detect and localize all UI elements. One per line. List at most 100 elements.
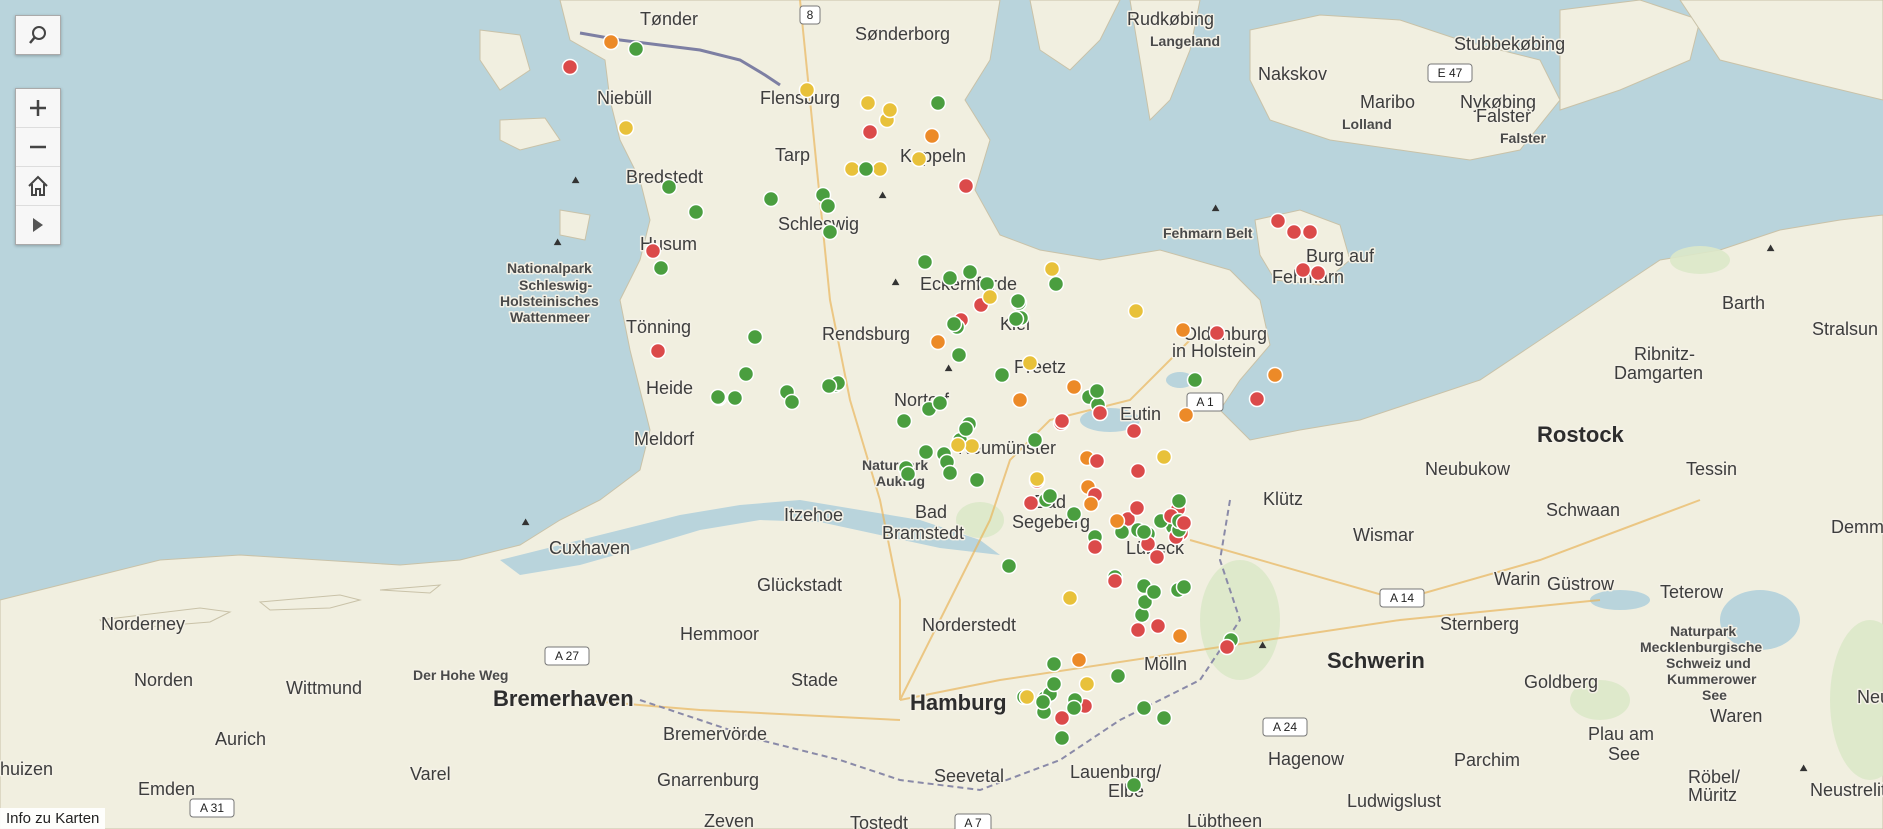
station-marker-green[interactable] [1145,583,1163,601]
station-marker-green[interactable] [941,269,959,287]
station-marker-green[interactable] [1047,275,1065,293]
station-marker-green[interactable] [1065,505,1083,523]
station-marker-red[interactable] [1129,621,1147,639]
station-marker-green[interactable] [899,465,917,483]
station-marker-green[interactable] [945,315,963,333]
station-marker-green[interactable] [1000,557,1018,575]
station-marker-green[interactable] [783,393,801,411]
station-marker-orange[interactable] [1011,391,1029,409]
station-marker-red[interactable] [1294,261,1312,279]
station-marker-red[interactable] [1149,617,1167,635]
station-marker-yellow[interactable] [798,81,816,99]
station-marker-yellow[interactable] [1078,675,1096,693]
station-marker-red[interactable] [1106,572,1124,590]
station-marker-green[interactable] [762,190,780,208]
station-marker-red[interactable] [1128,499,1146,517]
play-button[interactable] [16,205,60,244]
station-marker-green[interactable] [709,388,727,406]
station-marker-red[interactable] [1301,223,1319,241]
station-marker-yellow[interactable] [843,160,861,178]
zoom-out-button[interactable] [16,127,60,166]
station-marker-yellow[interactable] [1127,302,1145,320]
station-marker-green[interactable] [1155,709,1173,727]
station-marker-red[interactable] [1022,494,1040,512]
station-marker-orange[interactable] [1266,366,1284,384]
station-marker-green[interactable] [819,197,837,215]
station-marker-green[interactable] [968,471,986,489]
station-marker-orange[interactable] [923,127,941,145]
station-marker-yellow[interactable] [910,150,928,168]
station-marker-yellow[interactable] [963,437,981,455]
station-marker-yellow[interactable] [981,288,999,306]
station-marker-green[interactable] [931,394,949,412]
station-marker-orange[interactable] [929,333,947,351]
station-marker-orange[interactable] [1065,378,1083,396]
station-marker-yellow[interactable] [1043,260,1061,278]
station-marker-green[interactable] [737,365,755,383]
station-marker-green[interactable] [1088,382,1106,400]
station-marker-green[interactable] [857,160,875,178]
station-marker-red[interactable] [1125,422,1143,440]
station-marker-red[interactable] [1091,404,1109,422]
station-marker-red[interactable] [1148,548,1166,566]
station-marker-green[interactable] [627,40,645,58]
station-marker-green[interactable] [1034,693,1052,711]
station-marker-orange[interactable] [1082,495,1100,513]
search-button[interactable] [16,16,60,54]
station-marker-orange[interactable] [1174,321,1192,339]
station-marker-red[interactable] [1208,324,1226,342]
station-marker-red[interactable] [1285,223,1303,241]
station-marker-green[interactable] [1007,310,1025,328]
station-marker-green[interactable] [660,178,678,196]
station-marker-yellow[interactable] [881,101,899,119]
station-marker-green[interactable] [1109,667,1127,685]
station-marker-green[interactable] [820,377,838,395]
station-marker-green[interactable] [895,412,913,430]
station-marker-green[interactable] [1186,371,1204,389]
station-marker-orange[interactable] [1177,406,1195,424]
station-marker-green[interactable] [1041,487,1059,505]
station-marker-green[interactable] [929,94,947,112]
station-marker-yellow[interactable] [871,160,889,178]
station-marker-green[interactable] [957,420,975,438]
station-marker-green[interactable] [1170,492,1188,510]
station-marker-red[interactable] [1309,264,1327,282]
station-marker-yellow[interactable] [1061,589,1079,607]
station-marker-red[interactable] [649,342,667,360]
station-marker-red[interactable] [1248,390,1266,408]
station-marker-green[interactable] [1125,776,1143,794]
station-marker-red[interactable] [561,58,579,76]
station-marker-red[interactable] [1086,538,1104,556]
station-marker-red[interactable] [1053,412,1071,430]
station-marker-red[interactable] [1088,452,1106,470]
station-marker-green[interactable] [1175,578,1193,596]
station-marker-green[interactable] [652,259,670,277]
station-marker-green[interactable] [821,223,839,241]
station-marker-green[interactable] [916,253,934,271]
station-marker-yellow[interactable] [1021,354,1039,372]
station-marker-green[interactable] [917,443,935,461]
map-canvas[interactable]: ⯅ ⯅ ⯅ ⯅ ⯅ ⯅ ⯅ ⯅ ⯅ ⯅ Tønder Sønderborg Rudkøbing L… [0,0,1883,829]
station-marker-green[interactable] [1135,523,1153,541]
station-marker-orange[interactable] [602,33,620,51]
station-marker-green[interactable] [1135,699,1153,717]
station-marker-red[interactable] [861,123,879,141]
station-marker-red[interactable] [644,242,662,260]
zoom-in-button[interactable] [16,89,60,127]
station-marker-red[interactable] [1218,638,1236,656]
station-marker-yellow[interactable] [1028,470,1046,488]
station-marker-red[interactable] [957,177,975,195]
station-marker-yellow[interactable] [617,119,635,137]
station-marker-green[interactable] [746,328,764,346]
station-marker-yellow[interactable] [949,436,967,454]
station-marker-orange[interactable] [1171,627,1189,645]
station-marker-green[interactable] [961,263,979,281]
station-marker-green[interactable] [1045,655,1063,673]
station-marker-green[interactable] [1009,292,1027,310]
station-marker-green[interactable] [941,464,959,482]
station-marker-green[interactable] [1065,699,1083,717]
station-marker-yellow[interactable] [1155,448,1173,466]
station-marker-red[interactable] [1053,709,1071,727]
station-marker-green[interactable] [726,389,744,407]
station-marker-orange[interactable] [1070,651,1088,669]
